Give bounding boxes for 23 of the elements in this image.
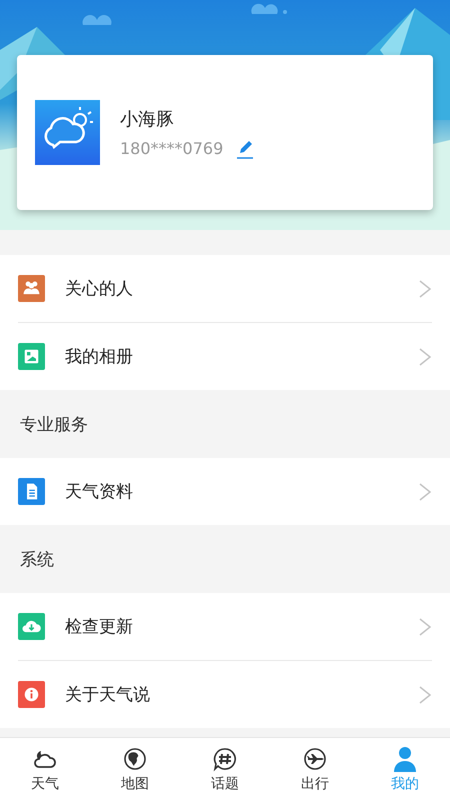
chevron-right-icon xyxy=(418,482,432,500)
topic-icon xyxy=(211,745,239,773)
tab[interactable]: 天气 xyxy=(0,738,90,800)
menu-item[interactable]: 检查更新 xyxy=(65,615,418,638)
avatar-cloud-icon xyxy=(35,100,100,165)
person-icon xyxy=(391,745,419,773)
chevron-right-icon xyxy=(418,686,432,704)
menu-item[interactable]: 关于天气说 xyxy=(65,683,418,706)
section-header: 专业服务 xyxy=(20,414,88,436)
section-header: 系统 xyxy=(20,548,54,570)
globe-icon xyxy=(121,745,149,773)
phone-number: 180****0769 xyxy=(120,139,224,158)
tab[interactable]: 出行 xyxy=(270,738,360,800)
chevron-right-icon xyxy=(418,280,432,298)
plane-icon xyxy=(301,745,329,773)
tab[interactable]: 地图 xyxy=(90,738,180,800)
menu-item[interactable]: 关心的人 xyxy=(65,277,418,300)
edit-pencil-icon[interactable] xyxy=(235,138,256,158)
chevron-right-icon xyxy=(418,348,432,366)
menu-item[interactable]: 我的相册 xyxy=(65,345,418,368)
chevron-right-icon xyxy=(418,618,432,636)
tab[interactable]: 话题 xyxy=(180,738,270,800)
user-name: 小海豚 xyxy=(120,108,175,130)
